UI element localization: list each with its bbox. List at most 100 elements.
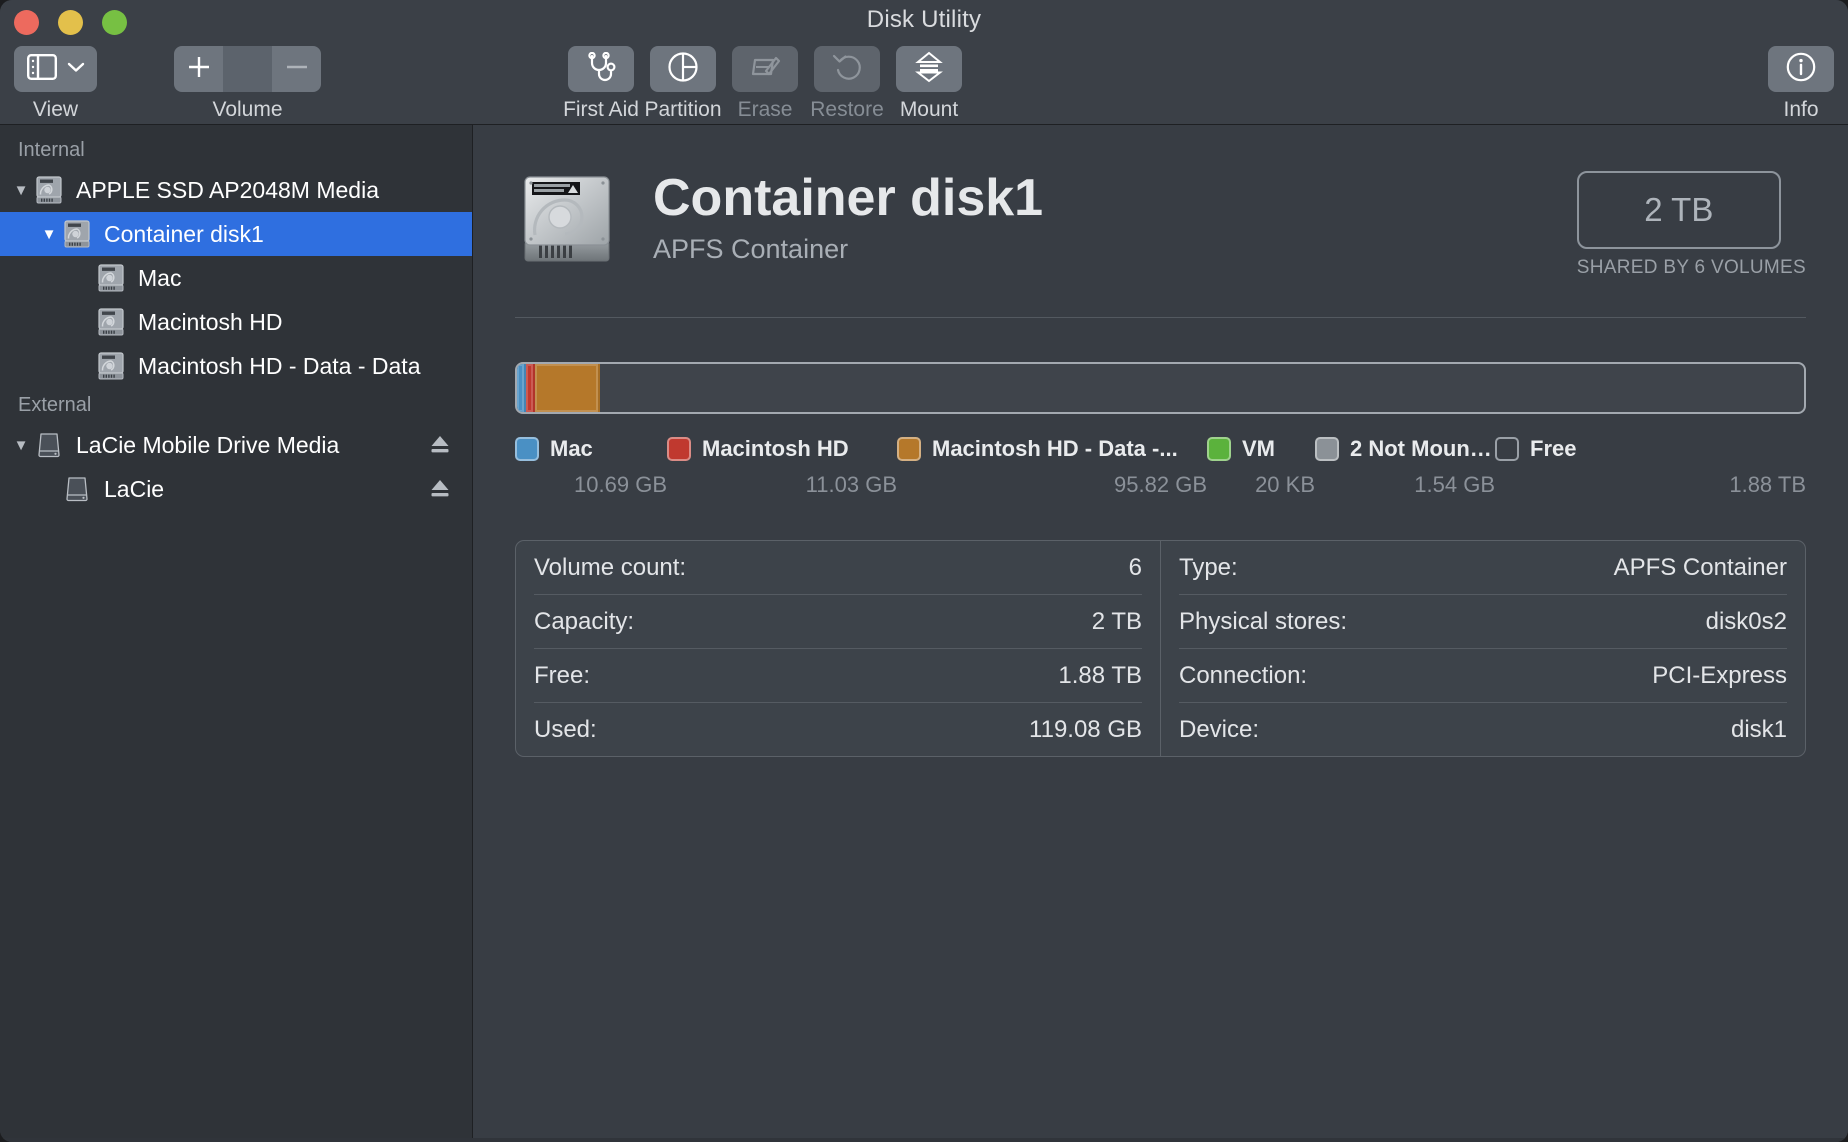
legend-color-swatch	[1495, 437, 1519, 461]
info-key: Free:	[534, 662, 590, 690]
erase-button	[732, 46, 798, 92]
page-title: Container disk1	[653, 171, 1577, 226]
legend-size: 20 KB	[1207, 472, 1315, 498]
toolbar-item-partition[interactable]: Partition	[642, 46, 724, 122]
disk-info-table: Volume count:6Capacity:2 TBFree:1.88 TBU…	[515, 540, 1806, 757]
internal-disk-icon	[96, 351, 126, 381]
legend-color-swatch	[667, 437, 691, 461]
sidebar[interactable]: Internal▼ APPLE SSD AP2048M Media▼ Conta…	[0, 125, 473, 1142]
toolbar-item-first-aid[interactable]: First Aid	[560, 46, 642, 122]
usage-segment	[535, 364, 600, 412]
info-row: Volume count:6	[534, 541, 1142, 594]
disclosure-triangle-icon[interactable]: ▼	[8, 437, 34, 454]
info-value: PCI-Express	[1652, 662, 1787, 690]
info-row: Type:APFS Container	[1179, 541, 1787, 594]
erase-icon	[749, 52, 781, 87]
disk-header: Container disk1 APFS Container 2 TB SHAR…	[515, 125, 1806, 279]
info-key: Connection:	[1179, 662, 1307, 690]
sidebar-item-lacie[interactable]: ▼ LaCie	[0, 467, 472, 511]
toolbar-actions: First Aid Partition	[560, 46, 970, 122]
remove-volume-button[interactable]	[272, 46, 321, 92]
legend-item: VM20 KB	[1207, 436, 1315, 498]
disk-subtitle: APFS Container	[653, 234, 1577, 265]
sidebar-item-label: Container disk1	[104, 221, 264, 248]
titlebar: Disk Utility	[0, 0, 1848, 125]
sidebar-item-lacie-mobile-drive-media[interactable]: ▼ LaCie Mobile Drive Media	[0, 423, 472, 467]
external-disk-icon	[62, 474, 92, 504]
info-value: disk1	[1731, 716, 1787, 744]
info-row: Free: 1.88 TB	[534, 648, 1142, 702]
mount-icon	[915, 51, 943, 88]
sidebar-item-mac[interactable]: ▼ Mac	[0, 256, 472, 300]
view-button[interactable]	[14, 46, 97, 92]
mount-button[interactable]	[896, 46, 962, 92]
info-control-group: Info	[1768, 46, 1834, 122]
legend-color-swatch	[897, 437, 921, 461]
info-icon	[1785, 51, 1817, 88]
sidebar-item-label: Mac	[138, 265, 181, 292]
info-row: Used:119.08 GB	[534, 702, 1142, 756]
info-row: Device:disk1	[1179, 702, 1787, 756]
undo-arrow-icon	[831, 52, 863, 87]
chevron-down-icon	[67, 60, 85, 78]
legend-item: Free 1.88 TB	[1495, 436, 1806, 498]
disclosure-triangle-icon[interactable]: ▼	[8, 182, 34, 199]
legend-size: 95.82 GB	[897, 472, 1207, 498]
legend-size: 1.88 TB	[1495, 472, 1806, 498]
legend-label: Macintosh HD - Data -...	[932, 436, 1178, 462]
window-title: Disk Utility	[0, 6, 1848, 34]
legend-item: Mac10.69 GB	[515, 436, 667, 498]
info-label: Info	[1783, 98, 1818, 122]
info-value: 119.08 GB	[1029, 716, 1142, 744]
sidebar-item-apple-ssd-ap2048m-media[interactable]: ▼ APPLE SSD AP2048M Media	[0, 168, 472, 212]
partition-label: Partition	[644, 98, 721, 122]
mount-label: Mount	[900, 98, 958, 122]
sidebar-item-label: Macintosh HD	[138, 309, 282, 336]
eject-icon[interactable]	[430, 478, 450, 500]
stethoscope-icon	[585, 52, 617, 87]
legend-size: 11.03 GB	[667, 472, 897, 498]
legend-color-swatch	[1207, 437, 1231, 461]
info-button[interactable]	[1768, 46, 1834, 92]
toolbar-item-mount[interactable]: Mount	[888, 46, 970, 122]
legend-item: Macintosh HD - Data -... 95.82 GB	[897, 436, 1207, 498]
disk-info-left-column: Volume count:6Capacity:2 TBFree:1.88 TBU…	[516, 541, 1160, 756]
minus-icon	[284, 54, 310, 85]
view-label: View	[33, 98, 78, 122]
restore-label: Restore	[810, 98, 884, 122]
disclosure-triangle-icon[interactable]: ▼	[36, 226, 62, 243]
info-value: disk0s2	[1706, 608, 1787, 636]
internal-disk-icon	[62, 219, 92, 249]
info-key: Volume count:	[534, 554, 686, 582]
legend-label: Macintosh HD	[702, 436, 849, 462]
legend-item: 2 Not Mounted 1.54 GB	[1315, 436, 1495, 498]
pie-chart-icon	[667, 51, 699, 88]
storage-usage-bar	[515, 362, 1806, 414]
first-aid-label: First Aid	[563, 98, 639, 122]
internal-disk-icon	[34, 175, 64, 205]
info-value: 2 TB	[1092, 608, 1142, 636]
sidebar-layout-icon	[27, 54, 57, 85]
info-value: 1.88 TB	[1058, 662, 1142, 690]
legend-size: 1.54 GB	[1315, 472, 1495, 498]
erase-label: Erase	[738, 98, 793, 122]
sidebar-item-container-disk1[interactable]: ▼ Container disk1	[0, 212, 472, 256]
first-aid-button[interactable]	[568, 46, 634, 92]
plus-icon	[186, 54, 212, 85]
toolbar-item-restore: Restore	[806, 46, 888, 122]
capacity-note: SHARED BY 6 VOLUMES	[1577, 257, 1806, 279]
sidebar-item-macintosh-hd[interactable]: ▼ Macintosh HD	[0, 300, 472, 344]
sidebar-item-label: LaCie Mobile Drive Media	[76, 432, 339, 459]
add-volume-button[interactable]	[174, 46, 223, 92]
internal-disk-icon	[96, 263, 126, 293]
usage-segment	[526, 364, 535, 412]
sidebar-item-label: LaCie	[104, 476, 164, 503]
sidebar-item-macintosh-hd-data-data[interactable]: ▼ Macintosh HD - Data - Data	[0, 344, 472, 388]
partition-button[interactable]	[650, 46, 716, 92]
sidebar-item-label: APPLE SSD AP2048M Media	[76, 177, 379, 204]
legend-label: 2 Not Mounted	[1350, 436, 1495, 462]
eject-icon[interactable]	[430, 434, 450, 456]
legend-label: Free	[1530, 436, 1576, 462]
legend-color-swatch	[515, 437, 539, 461]
internal-disk-icon	[96, 307, 126, 337]
